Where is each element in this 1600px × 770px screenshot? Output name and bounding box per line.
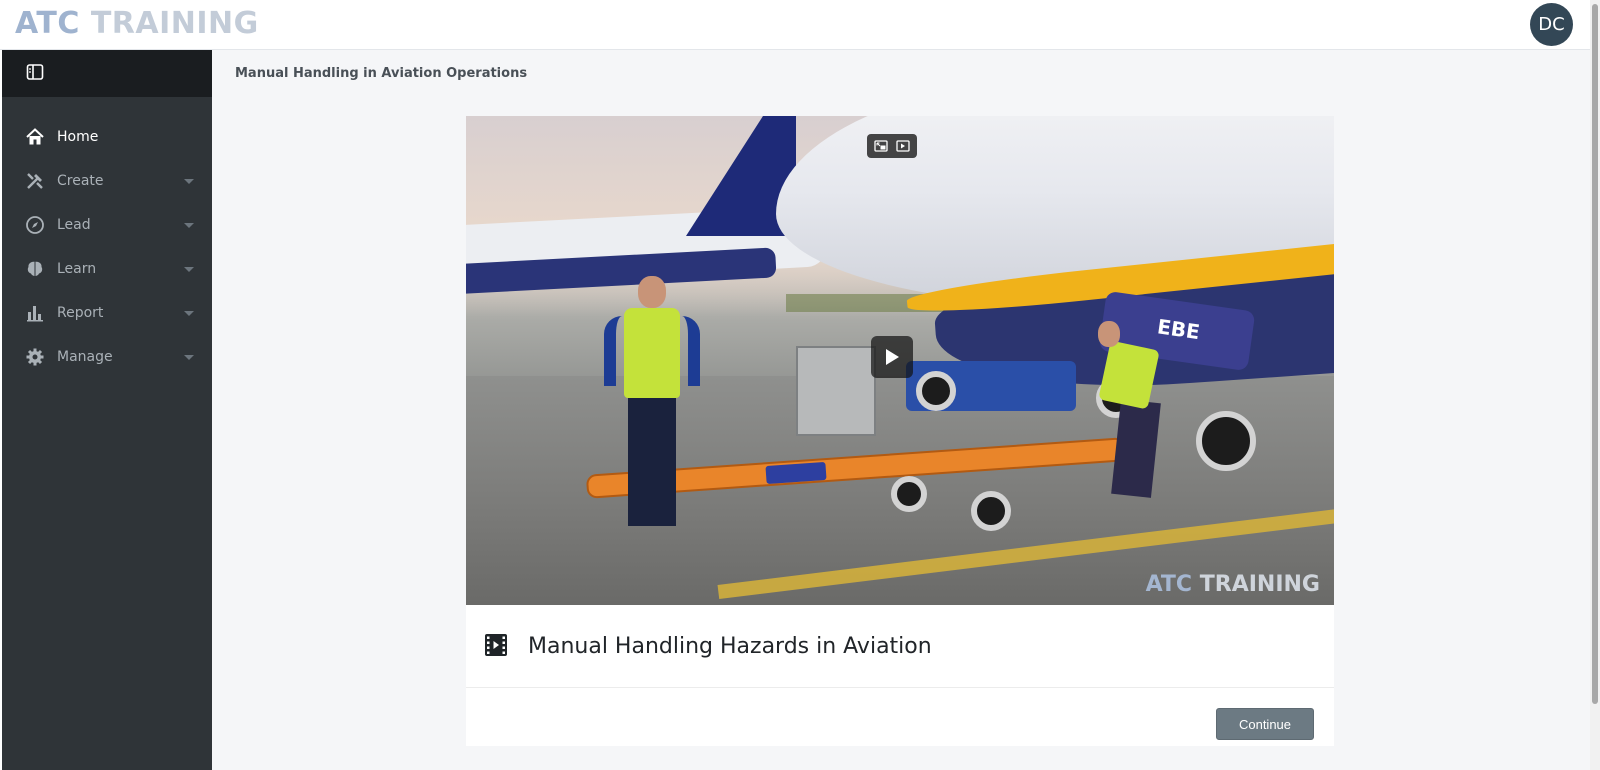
chevron-down-icon [184, 355, 194, 360]
sidebar-item-manage[interactable]: Manage [2, 335, 212, 379]
sidebar-nav: Home Create Lead Learn Report Manage [2, 97, 212, 379]
gear-icon [24, 346, 46, 368]
chevron-down-icon [184, 311, 194, 316]
picture-in-picture-icon[interactable] [872, 138, 890, 154]
sidebar-item-learn[interactable]: Learn [2, 247, 212, 291]
compass-icon [24, 214, 46, 236]
watermark-atc: ATC [1145, 572, 1193, 597]
sidebar-item-label: Report [57, 305, 104, 321]
chevron-down-icon [184, 267, 194, 272]
top-bar: ATC TRAINING DC [0, 0, 1590, 50]
bar-chart-icon [24, 302, 46, 324]
brain-icon [24, 258, 46, 280]
home-icon [24, 126, 46, 148]
sidebar-item-home[interactable]: Home [2, 115, 212, 159]
sidebar-header [2, 50, 212, 97]
tools-icon [24, 170, 46, 192]
video-scene-gpu [796, 346, 876, 436]
app-logo[interactable]: ATC TRAINING [15, 6, 259, 42]
play-button[interactable] [871, 336, 913, 378]
film-icon [484, 633, 510, 659]
lesson-info: Manual Handling Hazards in Aviation [466, 605, 1334, 688]
sidebar-item-label: Learn [57, 261, 97, 277]
logo-text-training: TRAINING [90, 6, 259, 41]
chevron-down-icon [184, 179, 194, 184]
chevron-down-icon [184, 223, 194, 228]
video-player[interactable]: EBE ATC TRAINING [466, 116, 1334, 605]
video-scene-wheel [1196, 411, 1256, 471]
main-content: Manual Handling in Aviation Operations E… [212, 50, 1590, 770]
video-scene-wheel [916, 371, 956, 411]
logo-text-atc: ATC [15, 6, 80, 41]
lesson-card: EBE ATC TRAINING Manual Handling Hazards… [466, 116, 1334, 746]
sidebar-toggle-icon[interactable] [26, 63, 44, 85]
video-play-settings-icon[interactable] [894, 138, 912, 154]
watermark-training: TRAINING [1199, 572, 1320, 597]
video-scene-worker [604, 276, 700, 536]
card-footer: Continue [466, 688, 1334, 746]
sidebar-item-label: Lead [57, 217, 91, 233]
sidebar-item-label: Manage [57, 349, 113, 365]
continue-button[interactable]: Continue [1216, 708, 1314, 740]
sidebar-item-label: Create [57, 173, 104, 189]
video-scene-wheel [891, 476, 927, 512]
sidebar-item-label: Home [57, 129, 99, 145]
sidebar-item-report[interactable]: Report [2, 291, 212, 335]
breadcrumb: Manual Handling in Aviation Operations [235, 66, 528, 81]
sidebar-item-create[interactable]: Create [2, 159, 212, 203]
scrollbar-thumb[interactable] [1592, 4, 1598, 704]
page-scrollbar[interactable] [1590, 0, 1600, 770]
video-scene-wheel [971, 491, 1011, 531]
avatar-initials: DC [1538, 14, 1565, 35]
lesson-title: Manual Handling Hazards in Aviation [528, 633, 932, 659]
sidebar-item-lead[interactable]: Lead [2, 203, 212, 247]
sidebar: Home Create Lead Learn Report Manage [2, 50, 212, 770]
user-avatar[interactable]: DC [1530, 3, 1573, 46]
video-watermark: ATC TRAINING [1146, 572, 1320, 597]
video-scene-worker [1098, 321, 1168, 501]
play-icon [886, 349, 899, 365]
video-overlay-controls [867, 134, 917, 158]
